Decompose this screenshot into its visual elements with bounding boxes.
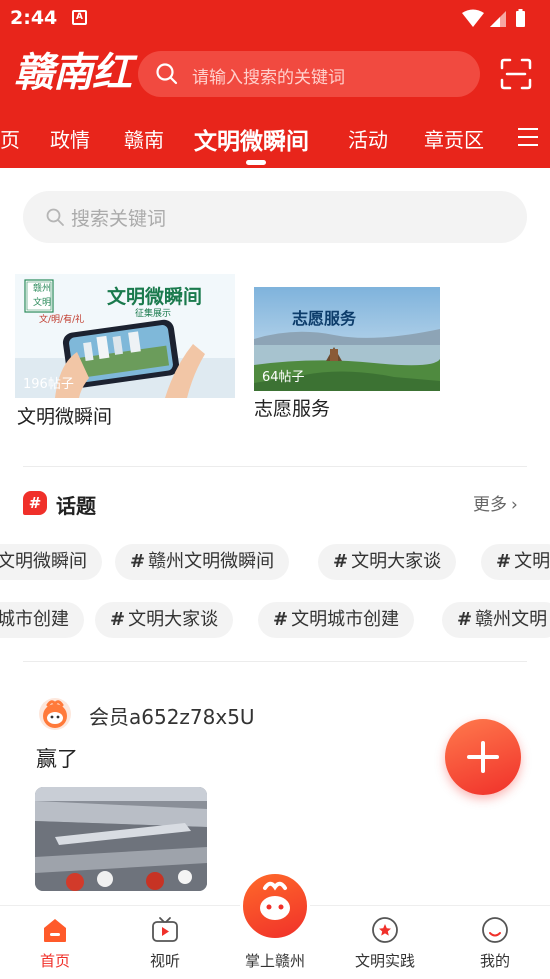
stadium-crowd-photo: [35, 787, 207, 891]
section-divider: [23, 466, 527, 467]
chip-label: 赣州文明: [475, 609, 548, 630]
hash-icon: #: [333, 551, 349, 572]
topics-more-link[interactable]: 更多 ›: [473, 490, 518, 515]
home-icon: [44, 919, 66, 942]
card-image-subtitle: 征集展示: [135, 309, 172, 319]
tab-activities[interactable]: 活动: [348, 124, 388, 153]
avatar[interactable]: [38, 697, 72, 731]
nav-label: 视听: [149, 952, 180, 970]
system-status-icons: [462, 9, 525, 27]
section-divider: [23, 661, 527, 662]
app-screen: 2:44 A 赣南红 请输入搜索的关键词 页 政情 赣南 文明微瞬间 活动 章贡…: [0, 0, 550, 979]
tab-civilization-moments[interactable]: 文明微瞬间: [194, 122, 309, 156]
tab-politics[interactable]: 政情: [50, 124, 90, 153]
nav-home[interactable]: 首页: [0, 906, 110, 979]
chip-label: 文明城市创建: [291, 609, 400, 630]
nav-profile[interactable]: 我的: [440, 906, 550, 979]
card-title: 志愿服务: [254, 398, 331, 420]
post-username[interactable]: 会员a652z78x5U: [89, 701, 255, 730]
topic-hash-icon: #: [23, 491, 47, 515]
card-image-title: 志愿服务: [292, 309, 357, 328]
topic-chip[interactable]: # 文明大家谈: [95, 602, 234, 638]
post-image[interactable]: [35, 787, 207, 891]
active-tab-indicator: [246, 160, 266, 165]
topics-title: 话题: [56, 494, 96, 518]
status-bar: 2:44 A: [0, 0, 550, 38]
hash-icon: #: [496, 551, 512, 572]
smile-icon: [482, 917, 508, 943]
hash-icon: #: [130, 551, 146, 572]
card-title: 文明微瞬间: [17, 406, 113, 428]
nav-media[interactable]: 视听: [110, 906, 220, 979]
topic-chip[interactable]: # 赣州文明: [442, 602, 550, 638]
chip-label: 文明: [514, 551, 550, 572]
chip-label: 文明微瞬间: [0, 551, 87, 572]
hash-icon: #: [110, 609, 126, 630]
search-input[interactable]: 搜索关键词: [23, 191, 527, 243]
notification-icon: A: [72, 10, 87, 25]
post-text: 赢了: [36, 747, 78, 771]
topic-card-volunteer[interactable]: 志愿服务 64帖子 志愿服务: [254, 287, 442, 427]
topic-chip[interactable]: 城市创建: [0, 602, 84, 638]
menu-icon[interactable]: [518, 128, 540, 150]
status-time: 2:44: [10, 7, 58, 29]
add-post-button[interactable]: [445, 719, 521, 795]
hash-icon: #: [273, 609, 289, 630]
topic-card-civilization[interactable]: 赣州文明 文明微瞬间 征集展示 文/明/有/礼 196帖子 文明微瞬间: [15, 274, 235, 434]
card-image: 赣州文明 文明微瞬间 征集展示 文/明/有/礼 196帖子: [15, 274, 235, 398]
topic-chip[interactable]: # 赣州文明微瞬间: [115, 544, 290, 580]
card-post-count: 196帖子: [23, 377, 74, 392]
more-label: 更多: [473, 495, 507, 515]
chip-label: 文明大家谈: [128, 609, 219, 630]
app-logo: 赣南红: [14, 49, 132, 96]
card-post-count: 64帖子: [262, 370, 305, 385]
topic-chip[interactable]: # 文明大家谈: [318, 544, 457, 580]
card-image-tag: 文/明/有/礼: [39, 315, 85, 325]
plus-icon-bar: [481, 741, 485, 773]
tab-home-partial[interactable]: 页: [0, 124, 20, 153]
nav-civilization-practice[interactable]: 文明实践: [330, 906, 440, 979]
search-icon: [156, 63, 178, 85]
topic-chip[interactable]: # 文明: [481, 544, 550, 580]
chevron-right-icon: ›: [511, 495, 518, 515]
tab-zhanggong[interactable]: 章贡区: [424, 124, 484, 153]
header-search-bar[interactable]: 请输入搜索的关键词: [138, 51, 480, 97]
nav-label: 首页: [39, 952, 70, 970]
chip-label: 城市创建: [0, 609, 69, 630]
tab-gannan[interactable]: 赣南: [124, 124, 164, 153]
card-image-title: 文明微瞬间: [107, 286, 203, 308]
zhangshang-ganzhou-button[interactable]: [240, 871, 310, 941]
scan-icon[interactable]: [500, 58, 532, 90]
app-header: 赣南红 请输入搜索的关键词: [0, 38, 550, 110]
nav-label: 掌上赣州: [244, 952, 305, 970]
nav-label: 我的: [479, 952, 510, 970]
search-icon: [46, 208, 64, 226]
search-placeholder: 搜索关键词: [71, 208, 167, 230]
card-image: 志愿服务 64帖子: [254, 287, 440, 391]
mascot-icon: [260, 881, 290, 920]
star-badge-icon: [372, 917, 398, 943]
hash-icon: #: [457, 609, 473, 630]
tv-play-icon: [152, 917, 178, 942]
topic-chip[interactable]: 文明微瞬间: [0, 544, 102, 580]
card-image-seal: 赣州文明: [32, 284, 51, 308]
nav-label: 文明实践: [354, 952, 415, 970]
category-tabs: 页 政情 赣南 文明微瞬间 活动 章贡区: [0, 110, 550, 168]
header-search-placeholder: 请输入搜索的关键词: [192, 68, 345, 88]
chip-label: 赣州文明微瞬间: [148, 551, 275, 572]
topic-chip[interactable]: # 文明城市创建: [258, 602, 415, 638]
chip-label: 文明大家谈: [351, 551, 442, 572]
